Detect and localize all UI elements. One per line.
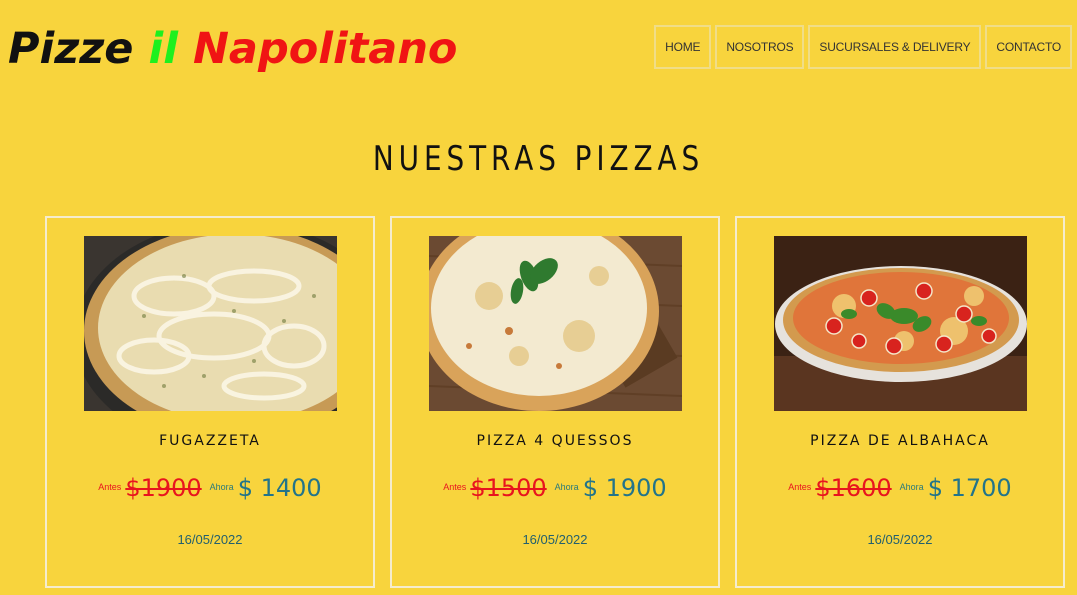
site-logo[interactable]: Pizze il Napolitano xyxy=(8,22,457,76)
section-title: NUESTRAS PIZZAS xyxy=(372,139,705,179)
nav-item-contacto[interactable]: CONTACTO xyxy=(985,25,1072,69)
price-row: Antes $1600 Ahora $ 1700 xyxy=(737,474,1063,502)
new-price: $ 1700 xyxy=(927,474,1012,502)
logo-word-pizze: Pizze xyxy=(8,24,134,74)
nav-item-home[interactable]: HOME xyxy=(654,25,712,69)
offer-date: 16/05/2022 xyxy=(177,532,243,547)
price-row: Antes $1500 Ahora $ 1900 xyxy=(392,474,718,502)
now-label: Ahora xyxy=(554,482,579,492)
logo-word-il: il xyxy=(148,24,178,74)
pizza-name: PIZZA 4 QUESSOS xyxy=(476,433,634,449)
new-price: $ 1900 xyxy=(582,474,667,502)
pizza-image-albahaca xyxy=(774,236,1027,411)
pizza-image-fugazzeta xyxy=(84,236,337,411)
pizza-name: FUGAZZETA xyxy=(159,433,261,449)
pizza-card-albahaca: PIZZA DE ALBAHACA Antes $1600 Ahora $ 17… xyxy=(735,216,1065,588)
new-price: $ 1400 xyxy=(237,474,322,502)
before-label: Antes xyxy=(98,482,122,492)
before-label: Antes xyxy=(788,482,812,492)
pizza-card-4-quessos: PIZZA 4 QUESSOS Antes $1500 Ahora $ 1900… xyxy=(390,216,720,588)
pizza-card-fugazzeta: FUGAZZETA Antes $1900 Ahora $ 1400 16/05… xyxy=(45,216,375,588)
old-price: $1900 xyxy=(125,474,202,502)
now-label: Ahora xyxy=(899,482,924,492)
main-nav: HOME NOSOTROS SUCURSALES & DELIVERY CONT… xyxy=(654,25,1072,69)
logo-word-napolitano: Napolitano xyxy=(192,24,458,74)
nav-item-sucursales-delivery[interactable]: SUCURSALES & DELIVERY xyxy=(808,25,982,69)
now-label: Ahora xyxy=(209,482,234,492)
price-row: Antes $1900 Ahora $ 1400 xyxy=(47,474,373,502)
old-price: $1500 xyxy=(470,474,547,502)
offer-date: 16/05/2022 xyxy=(867,532,933,547)
offer-date: 16/05/2022 xyxy=(522,532,588,547)
pizza-image-4-quessos xyxy=(429,236,682,411)
old-price: $1600 xyxy=(815,474,892,502)
nav-item-nosotros[interactable]: NOSOTROS xyxy=(715,25,805,69)
before-label: Antes xyxy=(443,482,467,492)
pizza-name: PIZZA DE ALBAHACA xyxy=(810,433,990,449)
